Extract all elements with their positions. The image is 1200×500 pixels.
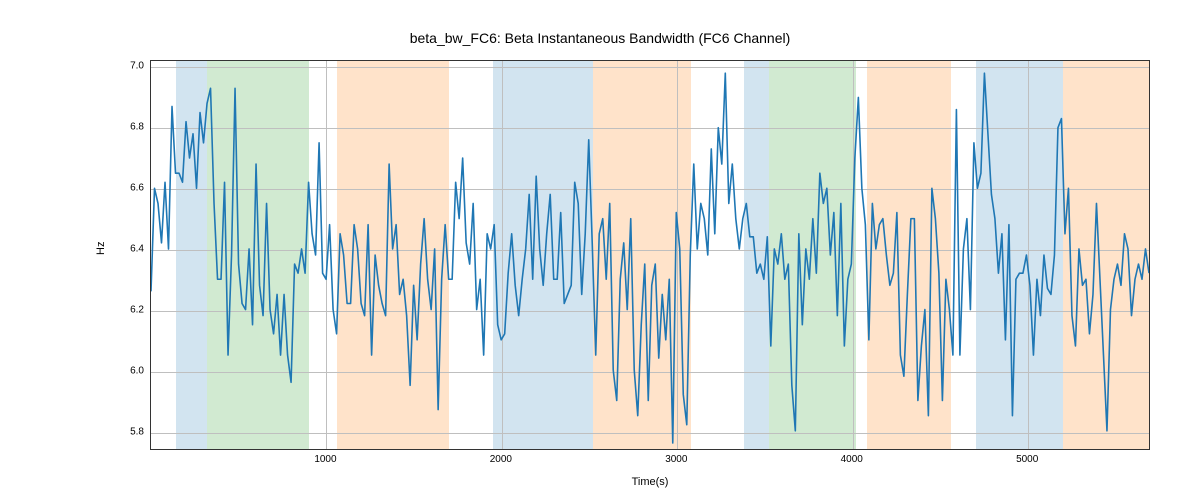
x-tick-label: 5000 xyxy=(1016,454,1038,465)
plot-area xyxy=(150,60,1150,450)
y-tick-label: 5.8 xyxy=(130,426,144,437)
x-tick-label: 2000 xyxy=(490,454,512,465)
series-polyline xyxy=(151,73,1149,443)
y-tick-label: 6.2 xyxy=(130,304,144,315)
y-tick-label: 6.0 xyxy=(130,365,144,376)
y-tick-label: 7.0 xyxy=(130,61,144,72)
x-axis-label: Time(s) xyxy=(150,476,1150,488)
series-line xyxy=(151,61,1149,449)
chart-title: beta_bw_FC6: Beta Instantaneous Bandwidt… xyxy=(0,30,1200,46)
x-tick-label: 3000 xyxy=(665,454,687,465)
y-tick-label: 6.6 xyxy=(130,182,144,193)
x-tick-label: 1000 xyxy=(314,454,336,465)
chart-figure: beta_bw_FC6: Beta Instantaneous Bandwidt… xyxy=(0,0,1200,500)
y-tick-label: 6.8 xyxy=(130,122,144,133)
x-tick-label: 4000 xyxy=(841,454,863,465)
y-tick-label: 6.4 xyxy=(130,243,144,254)
